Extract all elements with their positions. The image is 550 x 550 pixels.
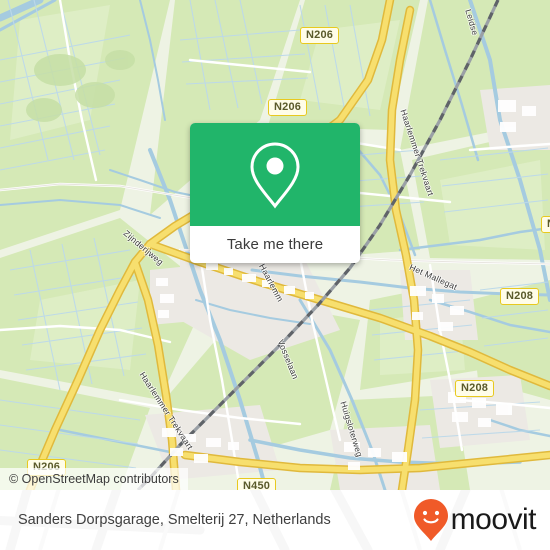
osm-attribution-text: © OpenStreetMap contributors — [9, 472, 179, 486]
map-screenshot-root: N206 N206 N208 N208 N206 N450 N Haarlemm… — [0, 0, 550, 550]
osm-attribution[interactable]: © OpenStreetMap contributors — [0, 468, 188, 490]
road-shield-n206-top[interactable]: N206 — [300, 27, 340, 44]
callout-icon-area — [190, 123, 360, 226]
road-shield-n206-upper[interactable]: N206 — [268, 99, 308, 116]
map-canvas[interactable]: N206 N206 N208 N208 N206 N450 N Haarlemm… — [0, 0, 550, 490]
callout-action-area[interactable]: Take me there — [190, 226, 360, 263]
road-shield-n450[interactable]: N450 — [237, 478, 277, 490]
road-shield-n-edge[interactable]: N — [541, 216, 550, 233]
take-me-there-callout[interactable]: Take me there — [190, 123, 360, 263]
moovit-wordmark: moovit — [450, 503, 537, 536]
take-me-there-label: Take me there — [226, 236, 324, 253]
place-title: Sanders Dorpsgarage, Smelterij 27, Nethe… — [18, 512, 331, 528]
moovit-logo[interactable]: moovit — [413, 498, 537, 542]
footer-bar: Sanders Dorpsgarage, Smelterij 27, Nethe… — [0, 490, 550, 550]
moovit-smiley-pin-icon — [413, 499, 448, 541]
road-shield-n208-right[interactable]: N208 — [500, 288, 540, 305]
road-shield-n208-lower[interactable]: N208 — [455, 380, 495, 397]
map-pin-icon — [250, 141, 300, 208]
